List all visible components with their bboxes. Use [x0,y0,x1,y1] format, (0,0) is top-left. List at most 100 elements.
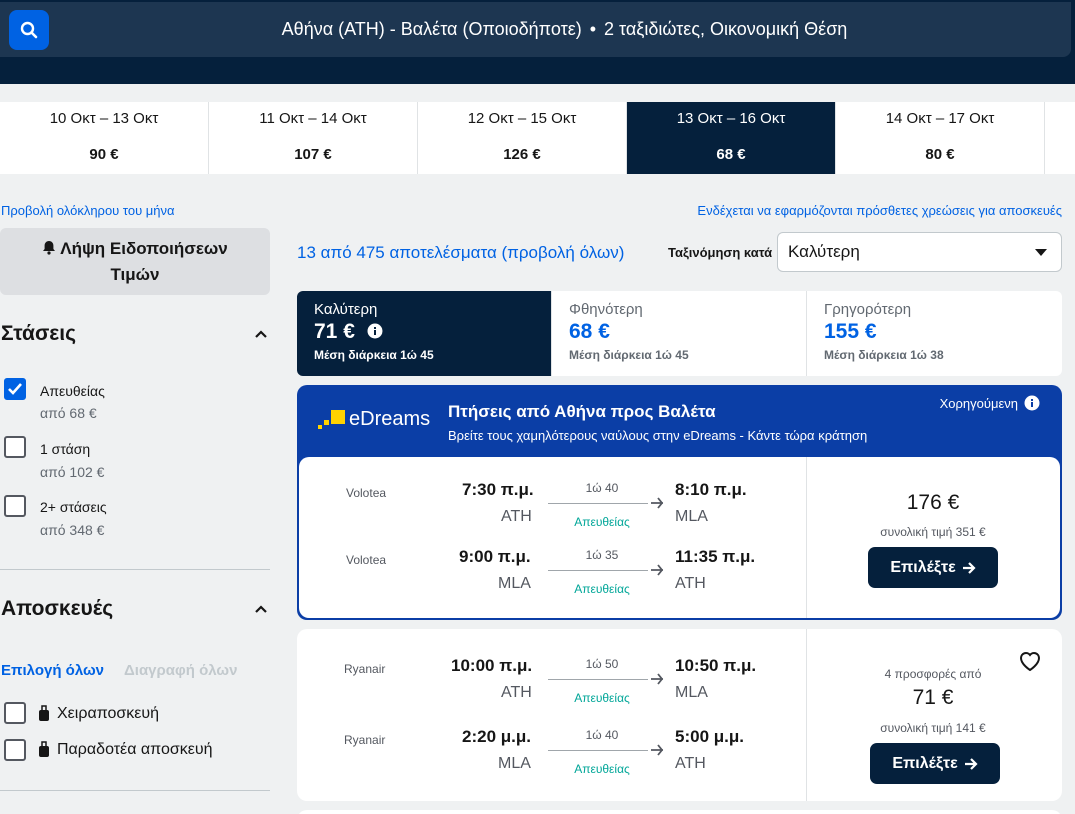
stops-title: Στάσεις [1,322,77,345]
date-price: 68 € [716,146,746,163]
date-option[interactable]: 10 Οκτ – 13 Οκτ 90 € [0,102,209,174]
edreams-logo: eDreams [315,407,430,431]
leg-dep-code: MLA [498,575,531,592]
separator: • [589,19,597,39]
divider [0,569,270,570]
flight-result-card-partial[interactable] [297,810,1062,814]
divider [0,790,270,791]
tab-price: 68 € [569,320,610,343]
info-icon [1024,395,1040,411]
leg-arr-code: MLA [675,508,708,525]
date-option-selected[interactable]: 13 Οκτ – 16 Οκτ 68 € [627,102,836,174]
date-option[interactable]: 14 Οκτ – 17 Οκτ 80 € [836,102,1045,174]
leg-stops: Απευθείας [574,582,630,596]
chevron-up-icon[interactable] [254,604,268,614]
checked-bag-icon [39,741,49,757]
stops-one-checkbox[interactable] [4,436,26,458]
check-icon [8,383,22,395]
arrow-right-icon [964,757,978,770]
tab-price: 71 € [314,320,355,343]
leg-line [548,679,648,680]
date-range: 12 Οκτ – 15 Οκτ [467,110,577,127]
stops-direct-label: Απευθείας [40,383,105,399]
plane-icon [651,497,664,509]
leg-airline: Ryanair [344,733,386,747]
leg-stops: Απευθείας [574,691,630,705]
caret-down-icon [1035,249,1047,256]
leg-duration: 1ώ 35 [585,548,619,562]
tab-best[interactable]: Καλύτερη 71 € Μέση διάρκεια 1ώ 45 [297,291,552,376]
alert-label-line2: Τιμών [110,265,160,284]
date-option[interactable]: 12 Οκτ – 15 Οκτ 126 € [418,102,627,174]
stops-one-price: από 102 € [40,464,105,480]
tab-title: Φθηνότερη [569,301,643,318]
sponsored-result[interactable]: eDreams Πτήσεις από Αθήνα προς Βαλέτα Βρ… [297,385,1062,620]
baggage-fees-link[interactable]: Ενδέχεται να εφαρμόζονται πρόσθετες χρεώ… [697,203,1062,218]
leg-dep-time: 10:00 π.μ. [451,656,533,675]
date-price: 90 € [89,146,119,163]
checked-bag-checkbox[interactable] [4,739,26,761]
sponsored-title: Πτήσεις από Αθήνα προς Βαλέτα [448,402,716,421]
total-price: συνολική τιμή 351 € [880,525,986,539]
leg-duration: 1ώ 50 [585,657,619,671]
edreams-logo-mark [318,410,345,429]
date-option[interactable]: 11 Οκτ – 14 Οκτ 107 € [209,102,418,174]
plane-icon [651,744,664,756]
date-range: 10 Οκτ – 13 Οκτ [49,110,159,127]
price-alert-button[interactable]: Λήψη Ειδοποιήσεων Τιμών [0,228,270,295]
leg-stops: Απευθείας [574,515,630,529]
alert-label-line1: Λήψη Ειδοποιήσεων [60,239,228,258]
chevron-up-icon[interactable] [254,329,268,339]
select-button[interactable]: Επιλέξτε [868,547,998,588]
travellers-text: 2 ταξιδιώτες, Οικονομική Θέση [604,19,848,39]
search-summary-text[interactable]: Αθήνα (ATH) - Βαλέτα (Οποιοδήποτε) • 2 ταξ… [0,19,1071,40]
leg-airline: Ryanair [344,662,386,676]
offers-count: 4 προσφορές από [884,667,982,681]
leg-dep-time: 7:30 π.μ. [462,480,534,499]
date-range: 13 Οκτ – 16 Οκτ [676,110,786,127]
leg-duration: 1ώ 40 [585,728,619,742]
flight-result-card[interactable]: Ryanair 10:00 π.μ. ATH 1ώ 50 Απευθείας 1… [297,629,1062,801]
date-strip: 10 Οκτ – 13 Οκτ 90 € 11 Οκτ – 14 Οκτ 107 €… [0,102,1075,174]
price: 71 € [912,686,954,709]
date-range: 14 Οκτ – 17 Οκτ [885,110,995,127]
leg-airline: Volotea [346,486,387,500]
leg-arr-time: 8:10 π.μ. [675,480,747,499]
leg-line [548,570,648,571]
clear-all-link[interactable]: Διαγραφή όλων [124,662,237,679]
leg-arr-time: 5:00 μ.μ. [675,727,744,746]
leg-arr-time: 10:50 π.μ. [675,656,757,675]
tab-fastest[interactable]: Γρηγορότερη 155 € Μέση διάρκεια 1ώ 38 [807,291,1062,376]
plane-icon [651,673,664,685]
carry-on-checkbox[interactable] [4,702,26,724]
select-all-link[interactable]: Επιλογή όλων [1,662,104,679]
select-button[interactable]: Επιλέξτε [870,743,1000,784]
bell-icon [43,241,56,255]
date-option-partial[interactable] [1045,102,1075,174]
results-count[interactable]: 13 από 475 αποτελέσματα (προβολή όλων) [297,243,624,263]
tab-duration: Μέση διάρκεια 1ώ 45 [569,348,689,362]
date-price: 107 € [294,146,332,163]
sponsored-tag[interactable]: Χορηγούμενη [940,395,1040,411]
carry-on-label: Χειραποσκευή [57,705,160,722]
tab-duration: Μέση διάρκεια 1ώ 45 [314,348,434,362]
leg-duration: 1ώ 40 [585,481,619,495]
search-summary-bar[interactable]: Αθήνα (ATH) - Βαλέτα (Οποιοδήποτε) • 2 ταξ… [0,2,1071,57]
sponsored-flight-card[interactable]: Volotea 7:30 π.μ. ATH 1ώ 40 Απευθείας 8:… [299,457,1060,618]
stops-direct-checkbox[interactable] [4,378,26,400]
stops-two-checkbox[interactable] [4,495,26,517]
date-price: 80 € [925,146,955,163]
tab-cheapest[interactable]: Φθηνότερη 68 € Μέση διάρκεια 1ώ 45 [552,291,807,376]
leg-dep-code: MLA [498,755,531,772]
price-divider [806,629,807,801]
sort-select[interactable]: Καλύτερη [777,232,1062,272]
sort-tabs: Καλύτερη 71 € Μέση διάρκεια 1ώ 45 Φθηνότ… [297,291,1062,376]
stops-two-label: 2+ στάσεις [40,499,107,515]
leg-arr-code: ATH [675,575,706,592]
view-month-link[interactable]: Προβολή ολόκληρου του μήνα [1,203,175,218]
info-icon[interactable] [367,323,383,339]
stops-one-label: 1 στάση [40,441,91,457]
carry-on-bag-icon [39,705,49,721]
price: 176 € [906,491,960,514]
tab-duration: Μέση διάρκεια 1ώ 38 [824,348,944,362]
